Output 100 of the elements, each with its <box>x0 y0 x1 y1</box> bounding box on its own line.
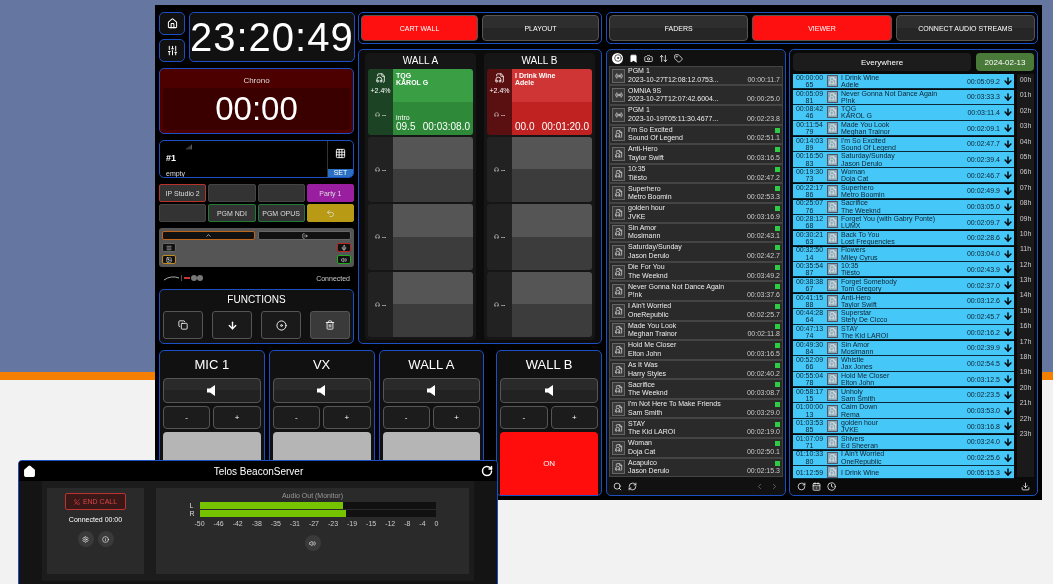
ready-indicator <box>775 343 780 349</box>
arrow-down-icon[interactable] <box>1003 91 1013 102</box>
arrow-down-icon[interactable] <box>1003 436 1013 447</box>
scope-field[interactable]: Everywhere <box>793 53 971 71</box>
audio-file-icon <box>828 108 837 117</box>
keypad-icon[interactable] <box>335 148 346 159</box>
audio-file-icon <box>375 73 386 83</box>
mute-button[interactable] <box>500 378 598 403</box>
cart-duration: 00:01:20.0 <box>541 120 589 132</box>
mic-button[interactable] <box>337 243 351 252</box>
speaker-button[interactable] <box>337 255 351 264</box>
audio-file-icon <box>614 247 623 256</box>
arrow-down-icon[interactable] <box>1003 264 1013 275</box>
arrow-down-icon[interactable] <box>1003 170 1013 181</box>
arrow-down-icon[interactable] <box>1003 138 1013 149</box>
audio-file-icon <box>614 385 623 394</box>
refresh-icon[interactable] <box>797 481 806 491</box>
refresh-icon[interactable] <box>481 465 493 477</box>
arrow-down-icon[interactable] <box>1003 327 1013 338</box>
arrow-down-icon[interactable] <box>1003 452 1013 463</box>
mic-icon <box>341 244 347 251</box>
arrow-down-icon[interactable] <box>1003 280 1013 291</box>
audio-file-icon <box>828 265 837 274</box>
disc-tab[interactable] <box>612 52 623 64</box>
mute-button[interactable] <box>272 378 371 403</box>
arrow-down-icon[interactable] <box>1003 342 1013 353</box>
previous-icon[interactable] <box>755 481 764 491</box>
download-icon[interactable] <box>1021 481 1030 491</box>
clock-display: 23:20:49 <box>189 12 355 62</box>
stream-icon <box>614 110 623 119</box>
bookmark-icon[interactable] <box>629 53 638 63</box>
download-button[interactable] <box>212 311 252 339</box>
info-button[interactable] <box>97 531 114 547</box>
line-number: #1 <box>166 153 177 163</box>
arrow-down-icon[interactable] <box>1003 389 1013 400</box>
sort-icon[interactable] <box>659 53 668 63</box>
speaker-icon <box>309 539 316 547</box>
next-icon[interactable] <box>770 481 779 491</box>
arrow-down-icon[interactable] <box>1003 123 1013 134</box>
arrow-down-icon[interactable] <box>1003 201 1013 212</box>
arrow-down-icon[interactable] <box>1003 358 1013 369</box>
audio-file-icon <box>614 169 623 178</box>
refresh-icon[interactable] <box>628 481 637 491</box>
audio-file-icon <box>828 328 837 337</box>
arrow-down-icon[interactable] <box>1003 217 1013 228</box>
arrow-down-icon[interactable] <box>1003 374 1013 385</box>
volume-up-button[interactable]: + <box>550 406 598 429</box>
mute-button[interactable] <box>163 378 261 403</box>
cart-duration: 00:03:08.0 <box>422 120 470 132</box>
volume-up-button[interactable]: + <box>213 406 261 429</box>
home-icon[interactable] <box>23 464 36 478</box>
ready-indicator <box>775 264 780 270</box>
search-icon[interactable] <box>613 481 622 491</box>
arrow-down-icon[interactable] <box>1003 405 1013 416</box>
speaker-icon <box>207 385 217 396</box>
volume-down-button[interactable]: - <box>272 406 321 429</box>
arrow-down-icon[interactable] <box>1003 107 1013 118</box>
on-air-button[interactable]: ON <box>500 432 598 495</box>
arrow-down-icon[interactable] <box>1003 185 1013 196</box>
collapse-button[interactable] <box>162 231 255 240</box>
arrow-down-icon[interactable] <box>1003 232 1013 243</box>
menu-button[interactable] <box>162 243 176 252</box>
mixer-button[interactable] <box>159 39 185 62</box>
arrow-down-icon[interactable] <box>1003 311 1013 322</box>
arrow-down-icon[interactable] <box>1003 154 1013 165</box>
copy-button[interactable] <box>163 311 203 339</box>
arrow-down-icon[interactable] <box>1003 76 1013 87</box>
date-button[interactable]: 2024-02-13 <box>976 53 1034 71</box>
image-icon <box>166 256 172 263</box>
back-button[interactable] <box>306 204 354 222</box>
ready-indicator <box>775 186 780 192</box>
audio-file-icon <box>614 306 623 315</box>
arrow-down-icon[interactable] <box>1003 295 1013 306</box>
audio-file-icon <box>828 437 837 446</box>
volume-down-button[interactable]: - <box>163 406 211 429</box>
volume-button[interactable] <box>304 535 321 551</box>
mute-button[interactable] <box>382 378 481 403</box>
clock-icon[interactable] <box>827 481 836 491</box>
disc-button[interactable] <box>261 311 301 339</box>
arrow-down-icon[interactable] <box>1003 421 1013 432</box>
chrono-label: Chrono <box>243 76 270 85</box>
delete-button[interactable] <box>310 311 350 339</box>
speaker-icon <box>317 385 327 396</box>
monitor-icon <box>374 234 380 240</box>
arrow-down-icon[interactable] <box>1003 248 1013 259</box>
volume-down-button[interactable]: - <box>382 406 430 429</box>
volume-up-button[interactable]: + <box>432 406 481 429</box>
image-button[interactable] <box>162 255 176 264</box>
exit-button[interactable] <box>258 231 351 240</box>
arrow-down-icon[interactable] <box>1003 467 1013 478</box>
settings-button[interactable] <box>77 531 94 547</box>
home-button[interactable] <box>159 12 185 35</box>
audio-file-icon <box>828 281 837 290</box>
volume-down-button[interactable]: - <box>500 406 548 429</box>
calendar-icon[interactable] <box>812 481 821 491</box>
audio-file-icon <box>614 149 623 158</box>
tag-icon[interactable] <box>674 53 683 63</box>
volume-up-button[interactable]: + <box>323 406 371 429</box>
camera-icon[interactable] <box>644 53 653 63</box>
audio-file-icon <box>614 267 623 276</box>
